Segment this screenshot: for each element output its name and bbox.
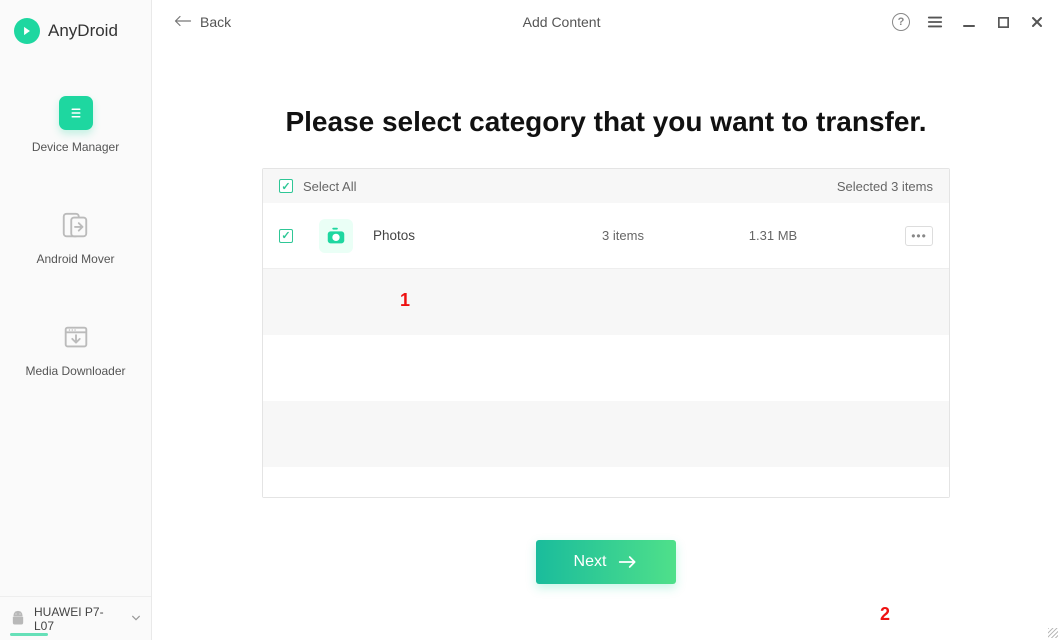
arrow-right-icon [618, 555, 638, 569]
android-mover-icon [58, 208, 92, 242]
sidebar-item-label: Device Manager [32, 140, 119, 154]
select-all-label: Select All [303, 179, 356, 194]
sidebar-item-media-downloader[interactable]: Media Downloader [25, 320, 125, 378]
back-button[interactable]: Back [174, 14, 231, 30]
maximize-button[interactable] [994, 13, 1012, 31]
category-more-button[interactable]: ••• [905, 226, 933, 246]
annotation-2: 2 [880, 604, 890, 625]
sidebar-item-android-mover[interactable]: Android Mover [36, 208, 114, 266]
back-label: Back [200, 14, 231, 30]
select-all-checkbox[interactable] [279, 179, 293, 193]
device-selector[interactable]: HUAWEI P7-L07 [0, 596, 151, 640]
empty-row [263, 335, 949, 401]
category-name: Photos [373, 228, 573, 243]
help-button[interactable]: ? [892, 13, 910, 31]
next-button[interactable]: Next [536, 540, 676, 584]
media-downloader-icon [59, 320, 93, 354]
category-size: 1.31 MB [673, 228, 873, 243]
next-label: Next [574, 553, 607, 571]
category-count: 3 items [573, 228, 673, 243]
maximize-icon [997, 16, 1010, 29]
empty-row [263, 467, 949, 497]
minimize-icon [962, 15, 976, 29]
selection-summary: Selected 3 items [837, 179, 933, 194]
hamburger-icon [927, 14, 943, 30]
chevron-down-icon [131, 610, 141, 628]
category-checkbox[interactable] [279, 229, 293, 243]
headline: Please select category that you want to … [285, 106, 926, 138]
panel-header: Select All Selected 3 items [263, 169, 949, 203]
empty-row [263, 269, 949, 335]
sidebar-item-label: Android Mover [36, 252, 114, 266]
brand-logo-icon [14, 18, 40, 44]
window-actions: ? [892, 13, 1046, 31]
sidebar-item-device-manager[interactable]: Device Manager [32, 96, 119, 154]
minimize-button[interactable] [960, 13, 978, 31]
main: Back Add Content ? [152, 0, 1060, 640]
device-name: HUAWEI P7-L07 [34, 605, 123, 633]
annotation-1: 1 [400, 290, 410, 311]
arrow-left-icon [174, 14, 192, 30]
camera-icon [319, 219, 353, 253]
select-all[interactable]: Select All [279, 179, 356, 194]
sidebar: AnyDroid Device Manager Android Mover [0, 0, 152, 640]
close-icon [1030, 15, 1044, 29]
device-manager-icon [59, 96, 93, 130]
category-row[interactable]: Photos 3 items 1.31 MB ••• [263, 203, 949, 269]
content-area: Please select category that you want to … [152, 44, 1060, 640]
page-title: Add Content [231, 14, 892, 30]
help-icon: ? [892, 13, 910, 31]
title-bar: Back Add Content ? [152, 0, 1060, 44]
empty-row [263, 401, 949, 467]
brand: AnyDroid [0, 0, 151, 56]
close-button[interactable] [1028, 13, 1046, 31]
sidebar-item-label: Media Downloader [25, 364, 125, 378]
menu-button[interactable] [926, 13, 944, 31]
brand-name: AnyDroid [48, 21, 118, 41]
resize-grip-icon[interactable] [1046, 626, 1058, 638]
android-icon [10, 610, 26, 628]
sidebar-nav: Device Manager Android Mover [0, 96, 151, 378]
category-panel: Select All Selected 3 items Photos 3 [262, 168, 950, 498]
